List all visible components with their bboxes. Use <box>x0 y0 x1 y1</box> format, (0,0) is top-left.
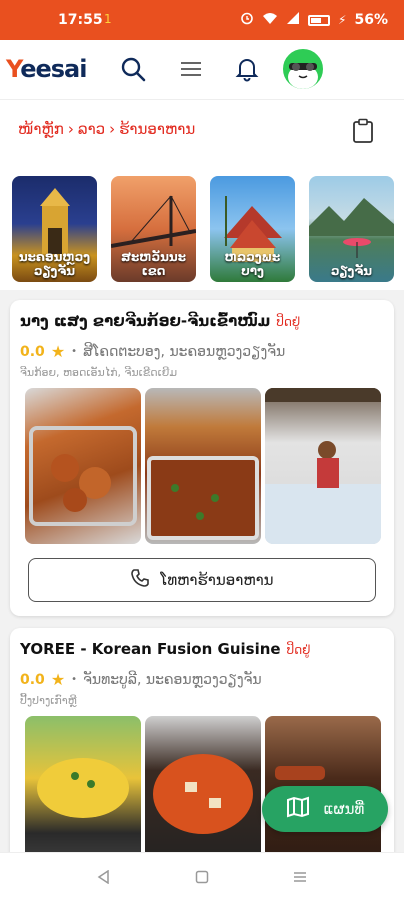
main-content[interactable]: ໜ້າຫຼັກ › ລາວ › ຮ້ານອາຫານ ນະຄອນຫຼວງ ວຽງຈ… <box>0 100 404 852</box>
restaurant-rating-row: 0.0 ★ • ສີໂຄດຕະບອງ, ນະຄອນຫຼວງວຽງຈັນ <box>20 342 285 361</box>
breadcrumb-home[interactable]: ໜ້າຫຼັກ <box>18 120 64 138</box>
category-list: ນະຄອນຫຼວງ ວຽງຈັນ ສະຫວັນນະເຂດ ຫລວງພະບາງ ວ… <box>12 176 394 282</box>
phone-icon <box>130 568 150 592</box>
signal-icon <box>286 11 300 29</box>
status-notification-dot: 1 <box>104 12 112 26</box>
food-photo[interactable] <box>25 388 141 544</box>
breadcrumb-country[interactable]: ລາວ <box>78 120 105 138</box>
bell-icon[interactable] <box>232 54 262 84</box>
alarm-icon <box>240 11 254 29</box>
breadcrumb-separator: › <box>109 120 116 138</box>
separator-dot: • <box>71 674 78 685</box>
food-photo[interactable] <box>25 716 141 852</box>
food-photo[interactable] <box>265 388 381 544</box>
system-navigation-bar <box>0 852 404 900</box>
photo-strip <box>25 388 381 544</box>
charging-icon: ⚡ <box>338 13 347 27</box>
category-label: ສະຫວັນນະເຂດ <box>121 250 186 278</box>
category-label: ນະຄອນຫຼວງ ວຽງຈັນ <box>18 250 91 278</box>
restaurant-name[interactable]: YOREE - Korean Fusion Guisine ປິດຢູ່ <box>20 640 310 658</box>
food-photo[interactable] <box>145 388 261 544</box>
status-time: 17:55 <box>58 12 103 28</box>
app-header: Yeesai <box>0 40 404 100</box>
battery-percent: 56% <box>354 12 388 28</box>
search-icon[interactable] <box>118 54 148 84</box>
status-badge: ປິດຢູ່ <box>276 315 301 329</box>
separator-dot: • <box>71 346 78 357</box>
avatar[interactable] <box>280 46 326 92</box>
app-logo[interactable]: Yeesai <box>6 55 87 83</box>
map-button[interactable]: ແຜນທີ່ <box>262 786 388 832</box>
category-card-vientiane[interactable]: ວຽງຈັນ <box>309 176 394 282</box>
restaurant-tags: ປີ້ງປາງເກົາຫຼີ <box>20 694 77 707</box>
breadcrumb-separator: › <box>67 120 74 138</box>
call-restaurant-button[interactable]: ໂທຫາຮ້ານອາຫານ <box>28 558 376 602</box>
star-icon: ★ <box>50 670 66 689</box>
status-badge: ປິດຢູ່ <box>286 643 311 657</box>
recents-icon[interactable] <box>288 865 312 889</box>
restaurant-location: ຈັນທະບູລີ, ນະຄອນຫຼວງວຽງຈັນ <box>83 671 262 688</box>
battery-icon <box>308 14 331 26</box>
wifi-icon <box>262 11 278 29</box>
restaurant-rating-row: 0.0 ★ • ຈັນທະບູລີ, ນະຄອນຫຼວງວຽງຈັນ <box>20 670 262 689</box>
star-icon: ★ <box>50 342 66 361</box>
rating-value: 0.0 <box>20 343 45 360</box>
food-photo[interactable] <box>145 716 261 852</box>
top-section: ໜ້າຫຼັກ › ລາວ › ຮ້ານອາຫານ ນະຄອນຫຼວງ ວຽງຈ… <box>0 100 404 290</box>
category-label: ຫລວງພະບາງ <box>224 250 281 278</box>
map-icon <box>286 796 310 822</box>
map-button-label: ແຜນທີ່ <box>323 800 365 818</box>
breadcrumb: ໜ້າຫຼັກ › ລາວ › ຮ້ານອາຫານ <box>18 120 195 138</box>
restaurant-tags: ຈີນກ້ອຍ, ຫອດເອັນໄກ່, ຈີນເຂີດເຍີມ <box>20 366 178 379</box>
home-icon[interactable] <box>190 865 214 889</box>
category-card-vientiane-capital[interactable]: ນະຄອນຫຼວງ ວຽງຈັນ <box>12 176 97 282</box>
category-card-savannakhet[interactable]: ສະຫວັນນະເຂດ <box>111 176 196 282</box>
breadcrumb-current: ຮ້ານອາຫານ <box>119 120 196 138</box>
menu-icon[interactable] <box>176 54 206 84</box>
back-icon[interactable] <box>92 865 116 889</box>
restaurant-location: ສີໂຄດຕະບອງ, ນະຄອນຫຼວງວຽງຈັນ <box>83 343 286 360</box>
call-button-label: ໂທຫາຮ້ານອາຫານ <box>160 571 274 589</box>
category-label: ວຽງຈັນ <box>330 264 373 278</box>
status-bar: 17:55 1 ⚡ 56% <box>0 0 404 40</box>
clipboard-icon[interactable] <box>352 118 374 148</box>
category-card-luang-prabang[interactable]: ຫລວງພະບາງ <box>210 176 295 282</box>
restaurant-name[interactable]: ນາງ ແສງ ຂາຍຈີນກ້ອຍ-ຈີນເຂົ້າໜົມ ປິດຢູ່ <box>20 312 300 330</box>
restaurant-card[interactable]: ນາງ ແສງ ຂາຍຈີນກ້ອຍ-ຈີນເຂົ້າໜົມ ປິດຢູ່ 0.0… <box>10 300 394 616</box>
rating-value: 0.0 <box>20 671 45 688</box>
